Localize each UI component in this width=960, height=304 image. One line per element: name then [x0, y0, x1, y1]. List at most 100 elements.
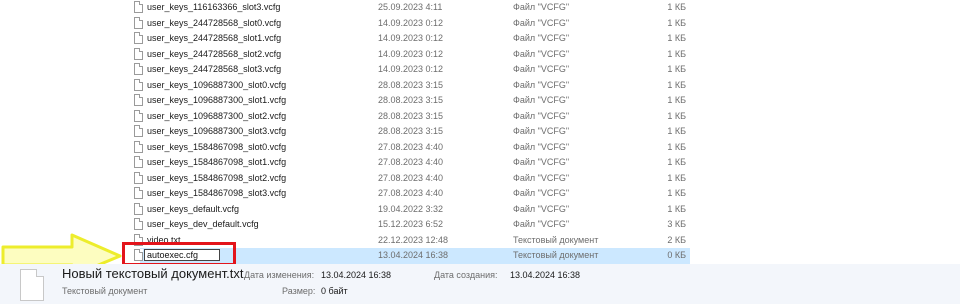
file-name: user_keys_1096887300_slot0.vcfg	[147, 79, 287, 90]
file-date: 14.09.2023 0:12	[378, 64, 444, 74]
file-type: Файл "VCFG"	[513, 157, 570, 167]
file-icon	[134, 125, 143, 137]
file-row[interactable]: user_keys_dev_default.vcfg 15.12.2023 6:5…	[0, 217, 960, 233]
file-date: 25.09.2023 4:11	[378, 2, 443, 12]
file-row[interactable]: user_keys_1584867098_slot3.vcfg 27.08.202…	[0, 186, 960, 202]
file-size: 1 КБ	[667, 2, 686, 12]
file-size: 1 КБ	[667, 126, 686, 136]
file-icon	[134, 109, 143, 122]
file-type: Файл "VCFG"	[513, 126, 570, 136]
text-document-icon	[20, 269, 44, 301]
file-type: Файл "VCFG"	[513, 219, 570, 229]
file-type: Текстовый документ	[513, 234, 599, 245]
file-list: user_keys_116163366_slot3.vcfg 25.09.2023…	[0, 0, 960, 264]
file-row[interactable]: user_keys_1096887300_slot3.vcfg 28.08.202…	[0, 124, 960, 140]
file-type: Файл "VCFG"	[513, 203, 570, 214]
file-icon	[134, 140, 143, 153]
file-size: 1 КБ	[667, 48, 686, 59]
file-date: 28.08.2023 3:15	[378, 95, 444, 105]
file-size: 1 КБ	[667, 157, 686, 167]
file-type: Файл "VCFG"	[513, 188, 570, 198]
file-date: 14.09.2023 0:12	[378, 33, 444, 43]
file-name: user_keys_1584867098_slot1.vcfg	[147, 157, 287, 167]
file-size: 1 КБ	[667, 17, 686, 28]
file-type: Файл "VCFG"	[513, 48, 570, 59]
file-row[interactable]: user_keys_1584867098_slot2.vcfg 27.08.202…	[0, 171, 960, 187]
file-type: Текстовый документ	[513, 250, 599, 260]
file-icon	[134, 16, 143, 29]
file-date: 14.09.2023 0:12	[378, 48, 444, 59]
file-date: 19.04.2022 3:32	[378, 203, 444, 214]
file-name: user_keys_1584867098_slot2.vcfg	[147, 172, 287, 183]
file-date: 28.08.2023 3:15	[378, 79, 444, 90]
file-date: 22.12.2023 12:48	[378, 234, 449, 245]
file-size: 1 КБ	[667, 141, 686, 152]
file-icon	[134, 78, 143, 91]
file-date: 27.08.2023 4:40	[378, 157, 444, 167]
file-row[interactable]: user_keys_1096887300_slot2.vcfg 28.08.202…	[0, 109, 960, 125]
file-icon	[134, 47, 143, 60]
created-value: 13.04.2024 16:38	[510, 270, 581, 280]
file-type: Файл "VCFG"	[513, 2, 570, 12]
file-row[interactable]: user_keys_default.vcfg 19.04.2022 3:32 Фай…	[0, 202, 960, 218]
file-date: 27.08.2023 4:40	[378, 172, 444, 183]
file-size: 1 КБ	[667, 203, 686, 214]
file-size: 2 КБ	[667, 234, 686, 245]
file-row[interactable]: user_keys_244728568_slot0.vcfg 14.09.2023…	[0, 16, 960, 32]
file-name: user_keys_1096887300_slot1.vcfg	[147, 95, 287, 105]
file-size: 1 КБ	[667, 95, 686, 105]
file-icon	[134, 63, 143, 75]
file-type: Файл "VCFG"	[513, 110, 570, 121]
file-row[interactable]: user_keys_1096887300_slot0.vcfg 28.08.202…	[0, 78, 960, 94]
file-row[interactable]: user_keys_244728568_slot1.vcfg 14.09.2023…	[0, 31, 960, 47]
file-name: user_keys_1096887300_slot3.vcfg	[147, 126, 287, 136]
file-size: 1 КБ	[667, 188, 686, 198]
file-size: 1 КБ	[667, 110, 686, 121]
file-date: 13.04.2024 16:38	[378, 250, 449, 260]
file-row[interactable]: user_keys_116163366_slot3.vcfg 25.09.2023…	[0, 0, 960, 16]
file-type: Файл "VCFG"	[513, 33, 570, 43]
file-type: Файл "VCFG"	[513, 64, 570, 74]
file-name: user_keys_1584867098_slot0.vcfg	[147, 141, 287, 152]
file-size: 1 КБ	[667, 64, 686, 74]
file-icon	[134, 218, 143, 230]
file-name: user_keys_244728568_slot3.vcfg	[147, 64, 282, 74]
file-size: 1 КБ	[667, 33, 686, 43]
file-size: 3 КБ	[667, 219, 686, 229]
modified-label: Дата изменения:	[244, 270, 315, 280]
file-size: 1 КБ	[667, 79, 686, 90]
file-row[interactable]: user_keys_1096887300_slot1.vcfg 28.08.202…	[0, 93, 960, 109]
file-date: 28.08.2023 3:15	[378, 110, 444, 121]
file-name: user_keys_dev_default.vcfg	[147, 219, 259, 229]
details-filetype: Текстовый документ	[62, 286, 148, 296]
file-icon	[134, 187, 143, 199]
file-type: Файл "VCFG"	[513, 17, 570, 28]
file-size: 1 КБ	[667, 172, 686, 183]
file-row[interactable]: user_keys_1584867098_slot1.vcfg 27.08.202…	[0, 155, 960, 171]
file-date: 27.08.2023 4:40	[378, 188, 444, 198]
file-size: 0 КБ	[667, 250, 686, 260]
modified-value: 13.04.2024 16:38	[321, 270, 392, 280]
file-icon	[134, 94, 143, 106]
file-icon	[134, 202, 143, 215]
file-name: user_keys_116163366_slot3.vcfg	[147, 2, 281, 12]
file-row[interactable]: user_keys_244728568_slot3.vcfg 14.09.2023…	[0, 62, 960, 78]
file-type: Файл "VCFG"	[513, 172, 570, 183]
file-type: Файл "VCFG"	[513, 141, 570, 152]
file-name: user_keys_1096887300_slot2.vcfg	[147, 110, 287, 121]
highlight-box-annotation	[122, 242, 236, 266]
file-name: user_keys_244728568_slot2.vcfg	[147, 48, 282, 59]
file-icon	[134, 156, 143, 168]
file-date: 28.08.2023 3:15	[378, 126, 444, 136]
size-label: Размер:	[282, 286, 316, 296]
file-name: user_keys_244728568_slot1.vcfg	[147, 33, 282, 43]
file-row[interactable]: user_keys_1584867098_slot0.vcfg 27.08.202…	[0, 140, 960, 156]
details-pane: Новый текстовый документ.txt Текстовый д…	[0, 264, 960, 304]
file-icon	[134, 171, 143, 184]
file-date: 14.09.2023 0:12	[378, 17, 444, 28]
file-row[interactable]: user_keys_244728568_slot2.vcfg 14.09.2023…	[0, 47, 960, 63]
file-name: user_keys_244728568_slot0.vcfg	[147, 17, 282, 28]
details-filename: Новый текстовый документ.txt	[62, 266, 244, 281]
file-icon	[134, 32, 143, 44]
file-name: user_keys_default.vcfg	[147, 203, 240, 214]
